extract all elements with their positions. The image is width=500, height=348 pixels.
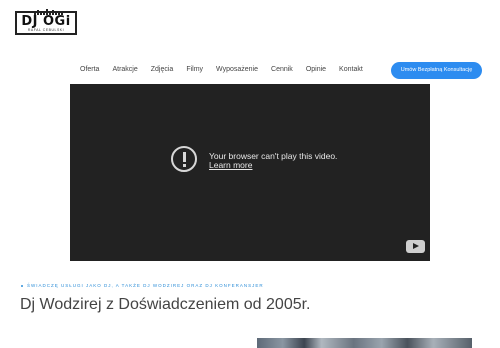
learn-more-link[interactable]: Learn more xyxy=(209,160,252,170)
bullet-icon xyxy=(21,284,23,287)
nav-item-cennik[interactable]: Cennik xyxy=(271,64,293,75)
logo[interactable]: DJ OGi RAFAL CEBULSKI xyxy=(15,9,77,35)
logo-title: DJ OGi xyxy=(21,14,71,29)
nav-item-filmy[interactable]: Filmy xyxy=(186,64,203,75)
youtube-icon[interactable] xyxy=(406,240,425,253)
video-player[interactable]: Your browser can't play this video. Lear… xyxy=(70,84,430,261)
section-eyebrow: ŚWIADCZĘ USŁUGI JAKO DJ, A TAKŻE DJ WODZ… xyxy=(21,283,264,288)
nav-item-opinie[interactable]: Opinie xyxy=(306,64,326,75)
nav-item-atrakcje[interactable]: Atrakcje xyxy=(112,64,137,75)
nav-item-kontakt[interactable]: Kontakt xyxy=(339,64,363,75)
main-nav: Oferta Atrakcje Zdjęcia Filmy Wyposażeni… xyxy=(80,64,376,75)
nav-item-wyposazenie[interactable]: Wyposażenie xyxy=(216,64,258,75)
nav-item-oferta[interactable]: Oferta xyxy=(80,64,99,75)
page-heading: Dj Wodzirej z Doświadczeniem od 2005r. xyxy=(20,296,311,313)
consultation-button[interactable]: Umów Bezpłatną Konsultację xyxy=(391,62,482,79)
eyebrow-text: ŚWIADCZĘ USŁUGI JAKO DJ, A TAKŻE DJ WODZ… xyxy=(27,283,264,288)
nav-item-zdjecia[interactable]: Zdjęcia xyxy=(151,64,174,75)
dj-photo xyxy=(257,338,472,348)
logo-subtitle: RAFAL CEBULSKI xyxy=(27,28,65,32)
warning-icon xyxy=(171,146,197,172)
